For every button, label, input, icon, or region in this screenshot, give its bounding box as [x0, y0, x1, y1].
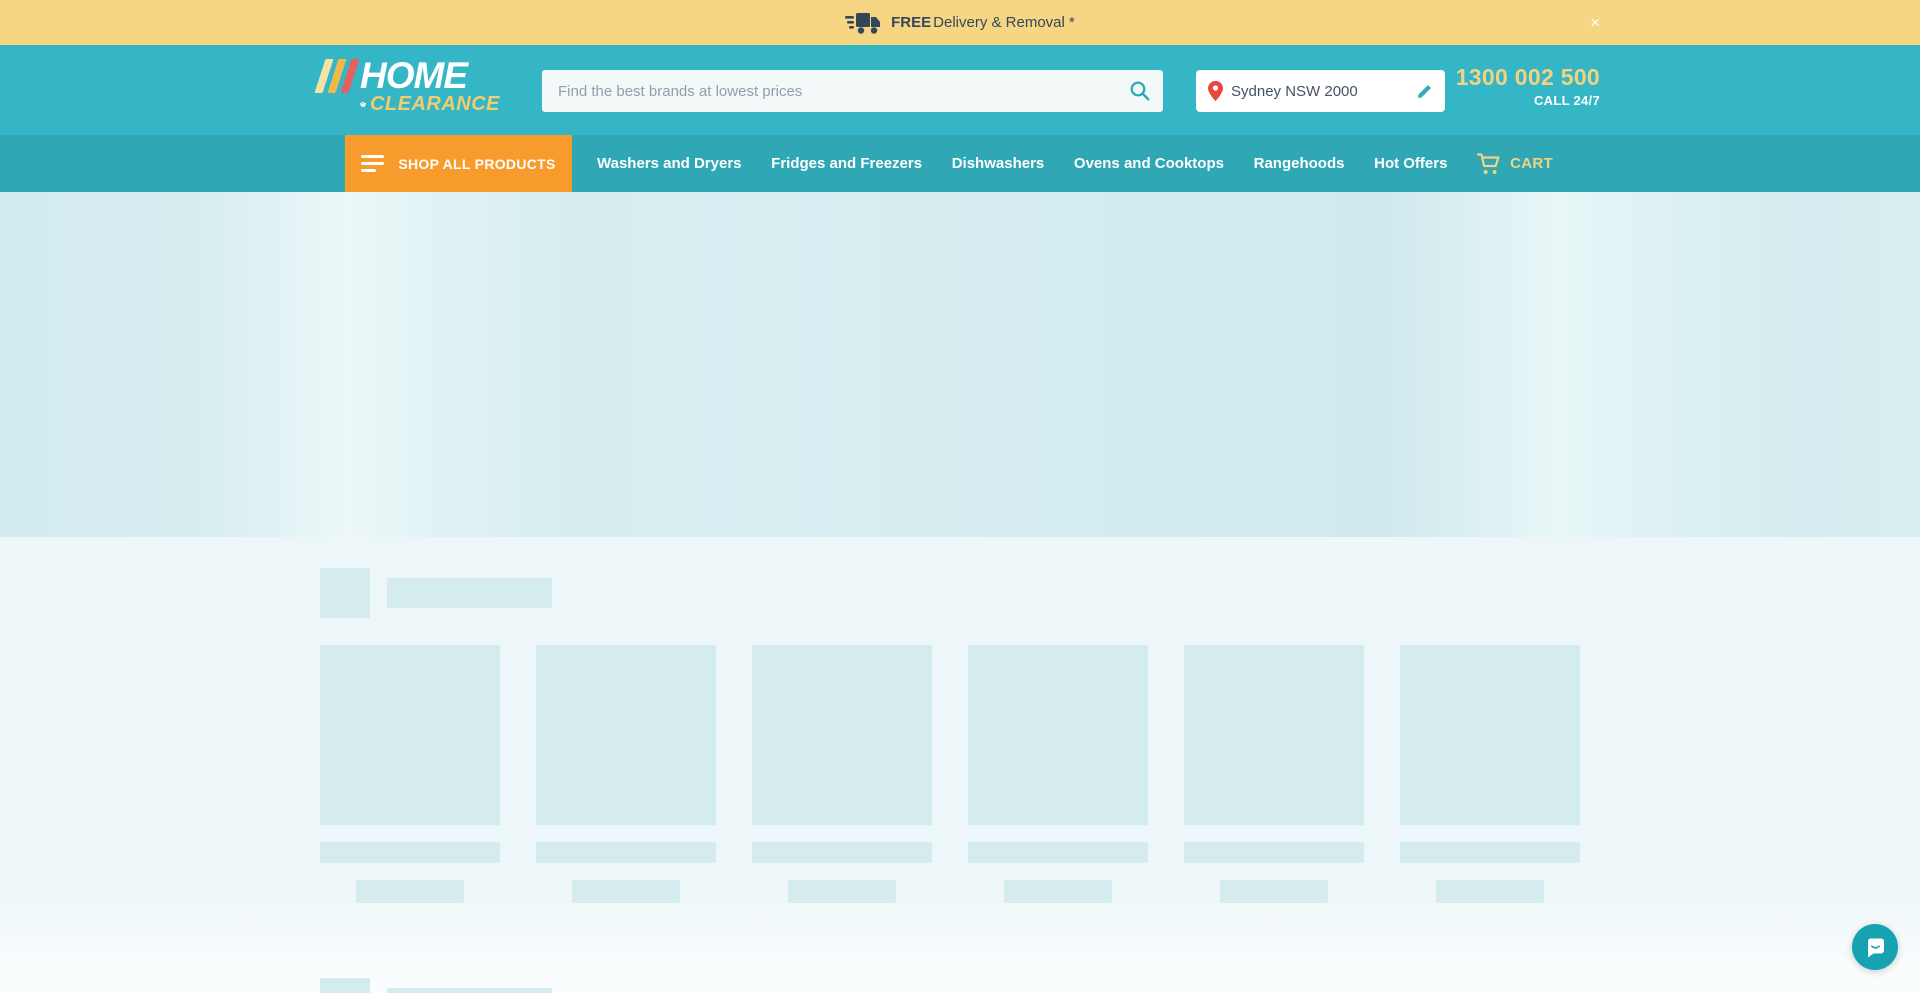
logo[interactable]: HOME CLEARANCE	[320, 59, 500, 114]
product-card-skeleton	[752, 645, 932, 903]
next-section-skeleton	[0, 958, 1920, 993]
page: FREEDelivery & Removal * × HOME CLEARANC…	[0, 0, 1920, 993]
promo-free-label: FREE	[891, 14, 931, 31]
card-title-skeleton	[752, 842, 932, 863]
heading-icon-skeleton	[320, 568, 370, 618]
card-price-skeleton	[788, 880, 896, 903]
nav-item-ovens-and-cooktops[interactable]: Ovens and Cooktops	[1074, 155, 1224, 172]
main-nav: SHOP ALL PRODUCTS Washers and Dryers Frid…	[0, 135, 1920, 192]
card-price-skeleton	[1004, 880, 1112, 903]
card-title-skeleton	[320, 842, 500, 863]
logo-clearance-text: CLEARANCE	[370, 94, 500, 114]
card-image-skeleton	[968, 645, 1148, 825]
card-price-skeleton	[1436, 880, 1544, 903]
promo-banner: FREEDelivery & Removal * ×	[0, 0, 1920, 45]
products-section-skeleton	[0, 537, 1920, 958]
nav-item-rangehoods[interactable]: Rangehoods	[1254, 155, 1345, 172]
product-cards-skeleton-row	[320, 645, 1600, 903]
product-card-skeleton	[968, 645, 1148, 903]
truck-icon	[845, 10, 881, 36]
edit-pencil-icon[interactable]	[1417, 83, 1433, 99]
cart-label: CART	[1510, 155, 1553, 172]
chat-bubble-icon	[1863, 935, 1888, 960]
heading-title-skeleton	[387, 988, 552, 993]
promo-rest-text: Delivery & Removal *	[933, 14, 1075, 31]
card-title-skeleton	[536, 842, 716, 863]
hamburger-icon	[361, 155, 384, 172]
product-card-skeleton	[536, 645, 716, 903]
heading-title-skeleton	[387, 578, 552, 608]
nav-links: Washers and Dryers Fridges and Freezers Di…	[597, 135, 1553, 192]
search-button[interactable]	[1117, 70, 1163, 112]
card-price-skeleton	[572, 880, 680, 903]
product-card-skeleton	[1184, 645, 1364, 903]
search-bar	[542, 70, 1163, 112]
chat-launcher[interactable]	[1852, 924, 1898, 970]
nav-item-washers-and-dryers[interactable]: Washers and Dryers	[597, 155, 742, 172]
logo-bottom: CLEARANCE	[360, 94, 500, 114]
shop-all-products-button[interactable]: SHOP ALL PRODUCTS	[345, 135, 572, 192]
card-price-skeleton	[356, 880, 464, 903]
card-title-skeleton	[1184, 842, 1364, 863]
search-icon	[1129, 80, 1151, 102]
phone-block: 1300 002 500 CALL 24/7	[1456, 64, 1600, 108]
cart-icon	[1477, 153, 1501, 175]
card-price-skeleton	[1220, 880, 1328, 903]
phone-number[interactable]: 1300 002 500	[1456, 64, 1600, 91]
card-title-skeleton	[1400, 842, 1580, 863]
search-input[interactable]	[542, 83, 1117, 100]
heading-icon-skeleton	[320, 978, 370, 993]
promo-banner-content: FREEDelivery & Removal *	[845, 10, 1075, 36]
card-image-skeleton	[1400, 645, 1580, 825]
card-image-skeleton	[536, 645, 716, 825]
nav-item-fridges-and-freezers[interactable]: Fridges and Freezers	[771, 155, 922, 172]
nav-item-hot-offers[interactable]: Hot Offers	[1374, 155, 1447, 172]
section-heading-skeleton	[320, 537, 1600, 618]
card-title-skeleton	[968, 842, 1148, 863]
close-icon[interactable]: ×	[1590, 0, 1600, 45]
card-image-skeleton	[752, 645, 932, 825]
logo-bars-icon	[314, 59, 359, 93]
price-tag-icon	[360, 98, 367, 111]
logo-top: HOME	[320, 59, 500, 93]
product-card-skeleton	[320, 645, 500, 903]
hero-banner-skeleton	[0, 192, 1920, 537]
card-image-skeleton	[320, 645, 500, 825]
product-card-skeleton	[1400, 645, 1580, 903]
phone-subtext: CALL 24/7	[1456, 93, 1600, 108]
promo-banner-text: FREEDelivery & Removal *	[891, 14, 1075, 31]
shop-all-label: SHOP ALL PRODUCTS	[398, 156, 555, 172]
section-heading-skeleton	[320, 958, 1600, 993]
card-image-skeleton	[1184, 645, 1364, 825]
location-field[interactable]: Sydney NSW 2000	[1196, 70, 1445, 112]
header: HOME CLEARANCE	[0, 45, 1920, 135]
location-pin-icon	[1208, 81, 1223, 101]
cart-button[interactable]: CART	[1477, 153, 1553, 175]
logo-home-text: HOME	[360, 59, 467, 92]
location-value: Sydney NSW 2000	[1231, 83, 1417, 100]
nav-item-dishwashers[interactable]: Dishwashers	[952, 155, 1045, 172]
